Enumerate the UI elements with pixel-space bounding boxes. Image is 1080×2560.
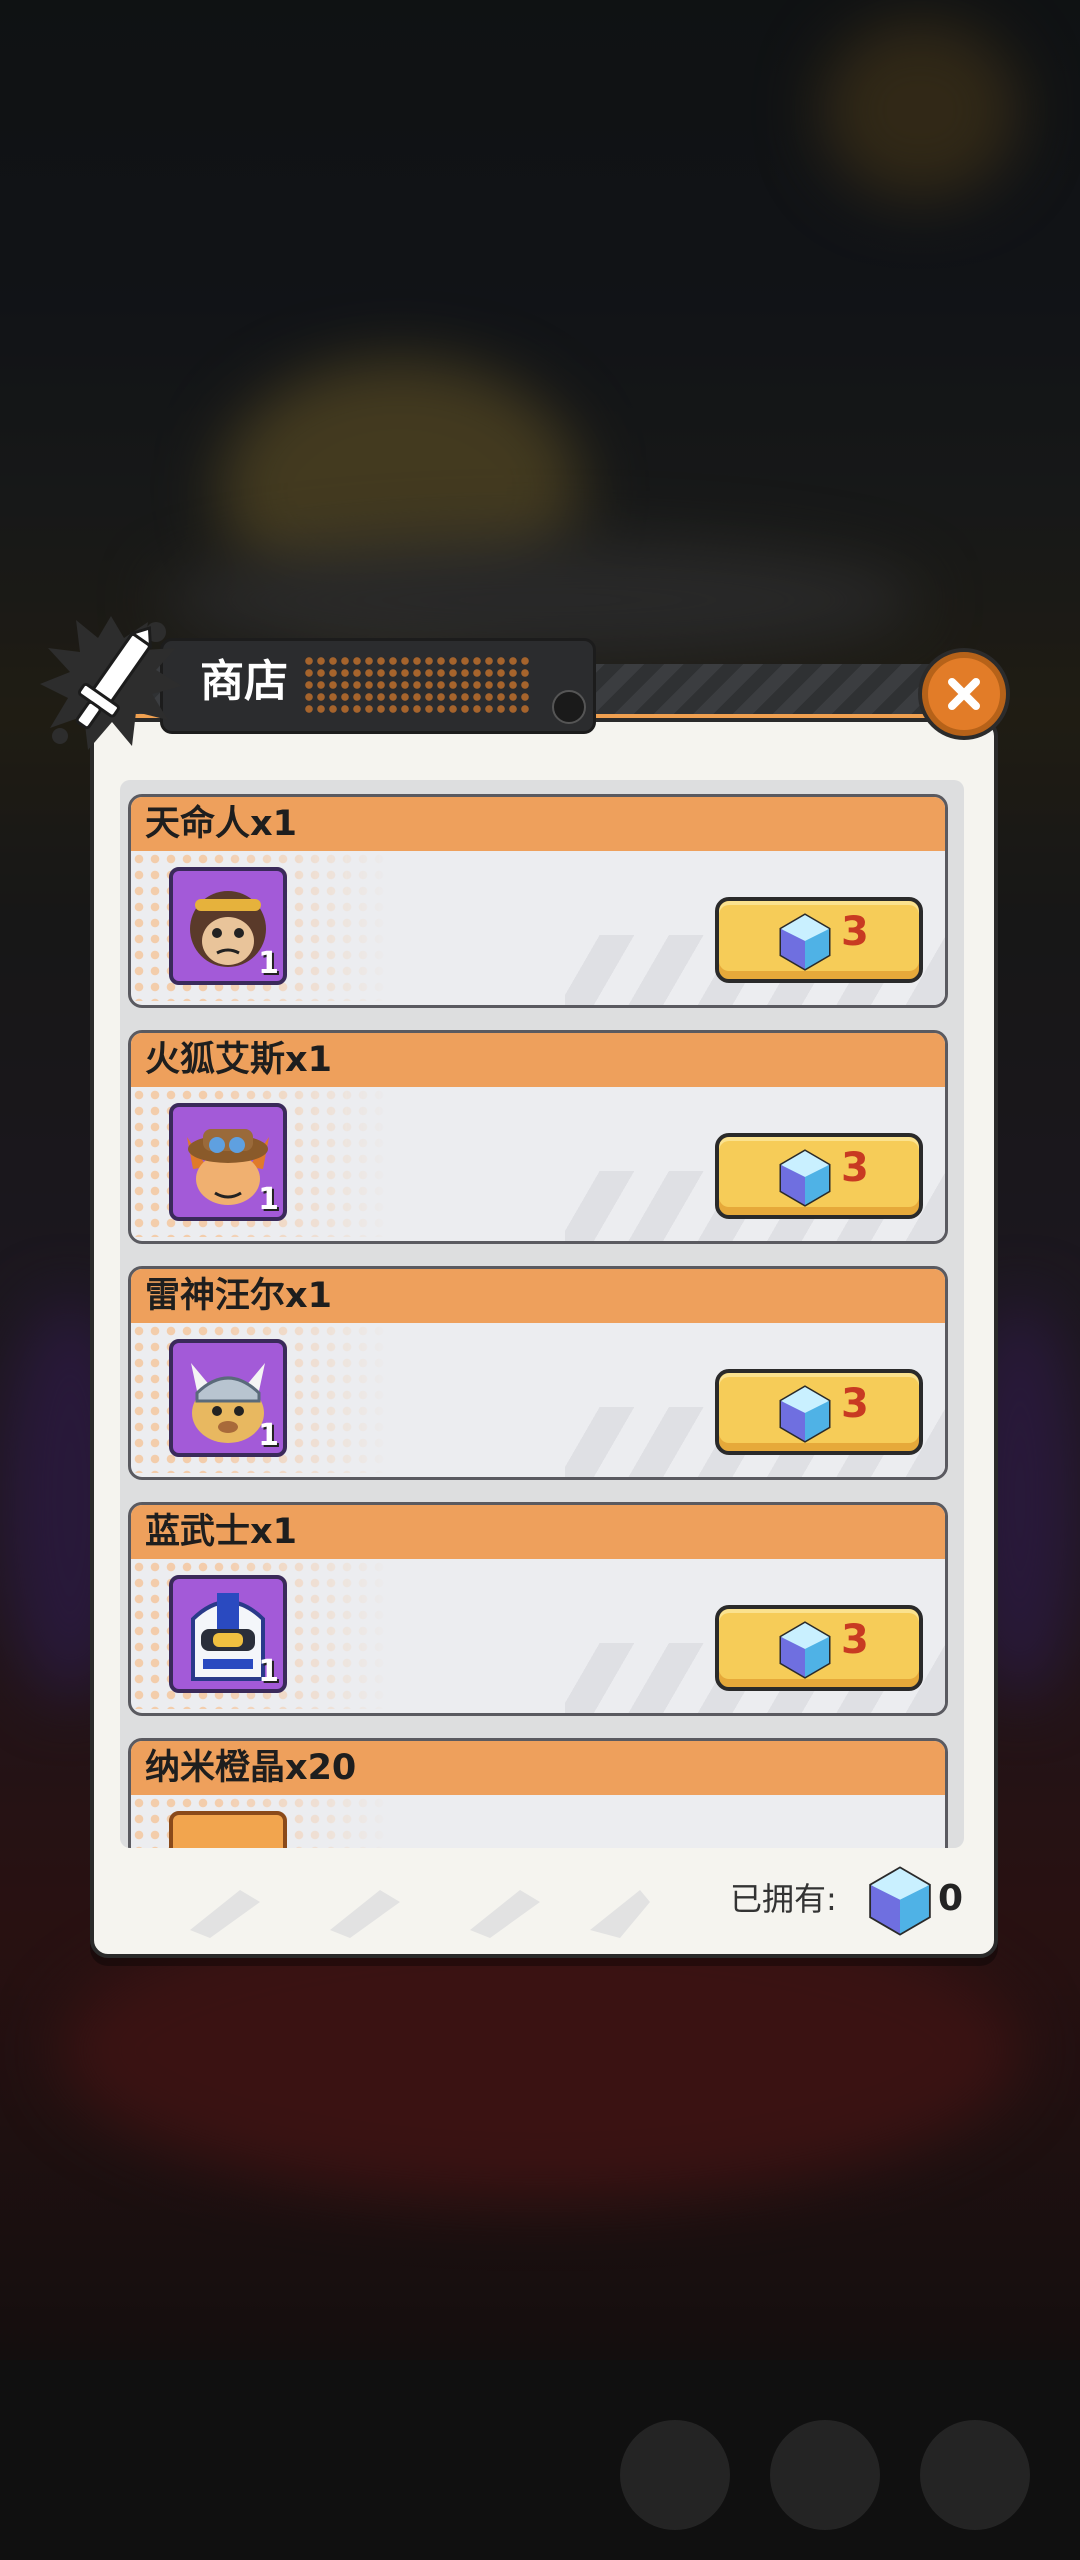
hero-portrait: 1 (169, 1103, 287, 1221)
item-quantity-badge: 1 (258, 1418, 279, 1453)
blue-gem-icon (869, 1866, 931, 1936)
item-quantity-badge: 1 (258, 1182, 279, 1217)
shop-item: 纳米橙晶x20 (128, 1738, 948, 1848)
close-icon (948, 678, 980, 710)
owned-label: 已拥有: (730, 1880, 837, 1918)
buy-button[interactable]: 3 (715, 1133, 923, 1219)
close-button[interactable] (922, 652, 1006, 736)
item-quantity-badge: 1 (258, 946, 279, 981)
hero-portrait: 1 (169, 1575, 287, 1693)
blue-gem-icon (779, 1149, 831, 1207)
shop-item: 火狐艾斯x1 1 3 (128, 1030, 948, 1244)
shop-item: 蓝武士x1 1 3 (128, 1502, 948, 1716)
item-name: 火狐艾斯x1 (145, 1040, 332, 1080)
shop-item: 雷神汪尔x1 1 3 (128, 1266, 948, 1480)
buy-button[interactable]: 3 (715, 897, 923, 983)
item-name: 雷神汪尔x1 (145, 1276, 332, 1316)
item-price: 3 (841, 1145, 869, 1191)
item-price: 3 (841, 909, 869, 955)
item-name: 纳米橙晶x20 (145, 1748, 357, 1788)
shop-item: 天命人x1 1 3 (128, 794, 948, 1008)
sword-decoration (190, 1890, 650, 1938)
bottom-nav-bar (0, 2360, 1080, 2560)
owned-gem-count: 0 (938, 1878, 964, 1919)
item-name: 天命人x1 (145, 804, 297, 844)
blue-gem-icon (779, 913, 831, 971)
pencil-icon (552, 690, 586, 724)
item-portrait (169, 1811, 287, 1848)
hero-portrait: 1 (169, 1339, 287, 1457)
shop-title: 商店 (200, 656, 288, 707)
item-name: 蓝武士x1 (145, 1512, 297, 1552)
hero-portrait: 1 (169, 867, 287, 985)
nav-button (620, 2420, 730, 2530)
buy-button[interactable]: 3 (715, 1369, 923, 1455)
buy-button[interactable]: 3 (715, 1605, 923, 1691)
nav-button (770, 2420, 880, 2530)
item-price: 3 (841, 1381, 869, 1427)
sword-icon (40, 616, 182, 750)
item-quantity-badge: 1 (258, 1654, 279, 1689)
nav-button (920, 2420, 1030, 2530)
blue-gem-icon (779, 1621, 831, 1679)
shop-item-list[interactable]: 天命人x1 1 3 火狐艾斯x1 1 3 雷神汪尔x1 1 3 蓝武士x1 1 … (120, 780, 964, 1848)
blue-gem-icon (779, 1385, 831, 1443)
item-price: 3 (841, 1617, 869, 1663)
